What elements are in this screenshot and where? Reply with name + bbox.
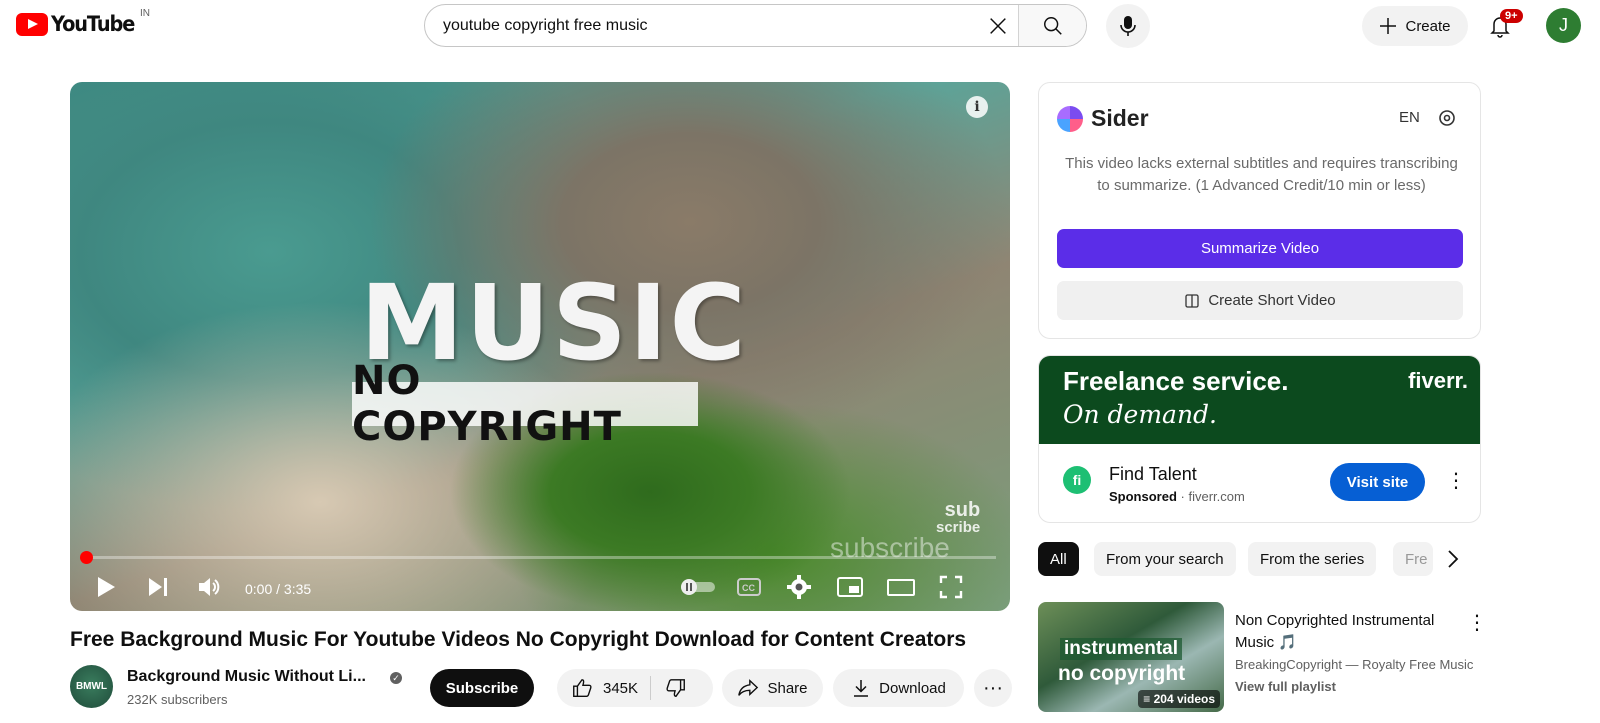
progress-bar[interactable] (84, 556, 996, 559)
video-count-label: 204 videos (1153, 692, 1215, 706)
like-button[interactable]: 345K (557, 676, 652, 700)
share-button[interactable]: Share (722, 669, 823, 707)
account-avatar[interactable]: J (1546, 8, 1581, 43)
ad-banner-line1: Freelance service. (1063, 366, 1289, 396)
ad-meta: Sponsored · fiverr.com (1109, 489, 1245, 504)
chevron-right-icon[interactable] (1446, 549, 1460, 569)
faded-subscribe-text: subscribe (830, 532, 950, 563)
search-box: youtube copyright free music (424, 4, 1087, 47)
ad-more-vert-icon[interactable]: ⋮ (1446, 468, 1466, 493)
verified-check-icon: ✓ (390, 672, 402, 684)
sider-header: Sider (1057, 105, 1149, 132)
thumbs-down-icon (666, 679, 685, 697)
chip-all[interactable]: All (1038, 542, 1079, 576)
more-horizontal-icon: ··· (983, 676, 1003, 699)
search-icon (1043, 16, 1062, 35)
summarize-video-button[interactable]: Summarize Video (1057, 229, 1463, 268)
playlist-title[interactable]: Non Copyrighted Instrumental Music 🎵 (1235, 610, 1470, 654)
sider-language[interactable]: EN (1399, 109, 1420, 126)
more-actions-button[interactable]: ··· (974, 669, 1012, 707)
search-button[interactable] (1018, 5, 1086, 46)
channel-avatar[interactable]: BMWL (70, 665, 113, 708)
theater-mode-icon[interactable] (886, 574, 916, 600)
ad-sponsored-label: Sponsored (1109, 489, 1177, 504)
like-dislike-group: 345K (557, 669, 713, 707)
thumb-line2: no copyright (1058, 662, 1186, 685)
ad-domain: · fiverr.com (1180, 489, 1245, 504)
thumb-line1: instrumental (1060, 638, 1183, 660)
search-input[interactable]: youtube copyright free music (425, 5, 978, 46)
progress-scrubber[interactable] (80, 551, 93, 564)
microphone-icon (1120, 16, 1136, 36)
create-short-video-label: Create Short Video (1208, 292, 1336, 309)
playlist-channel[interactable]: BreakingCopyright — Royalty Free Music (1235, 657, 1473, 672)
miniplayer-icon[interactable] (836, 574, 864, 600)
ad-title[interactable]: Find Talent (1109, 464, 1197, 485)
sider-panel: Sider EN This video lacks external subti… (1038, 82, 1481, 339)
sponsored-ad[interactable]: Freelance service. On demand. fiverr. fi… (1038, 355, 1481, 523)
gear-icon[interactable] (1437, 108, 1457, 128)
time-display: 0:00 / 3:35 (245, 581, 312, 597)
playlist-video-count: ≡ 204 videos (1138, 690, 1220, 708)
watermark-top: sub (944, 499, 981, 521)
subscribe-button[interactable]: Subscribe (430, 669, 534, 707)
clear-search-button[interactable] (978, 5, 1018, 46)
view-full-playlist-link[interactable]: View full playlist (1235, 679, 1336, 694)
info-icon[interactable]: i (966, 96, 988, 118)
thumbs-up-icon (573, 679, 592, 697)
sider-brain-icon (1057, 105, 1083, 132)
like-count: 345K (603, 679, 639, 697)
volume-icon[interactable] (196, 574, 222, 600)
download-label: Download (879, 679, 946, 697)
chip-from-the-series[interactable]: From the series (1248, 542, 1377, 576)
next-icon[interactable] (146, 574, 170, 600)
visit-site-button[interactable]: Visit site (1330, 463, 1425, 501)
chip-truncated[interactable]: Fre (1393, 542, 1433, 576)
ad-banner[interactable]: Freelance service. On demand. fiverr. (1039, 356, 1480, 444)
close-icon (990, 17, 1006, 34)
ad-brand-logo: fiverr. (1408, 368, 1468, 393)
channel-name[interactable]: Background Music Without Li... (127, 668, 366, 686)
playlist-thumbnail[interactable]: instrumental no copyright ≡ 204 videos (1038, 602, 1224, 712)
autoplay-toggle-icon[interactable] (680, 578, 716, 596)
play-icon[interactable] (94, 574, 118, 600)
dislike-button[interactable] (651, 677, 687, 699)
video-player[interactable]: i MUSIC NO COPYRIGHT sub scribe subscrib… (70, 82, 1010, 611)
share-label: Share (767, 679, 808, 697)
svg-text:CC: CC (742, 583, 755, 593)
notifications-badge: 9+ (1500, 9, 1523, 23)
create-button[interactable]: Create (1362, 6, 1468, 46)
chip-from-your-search[interactable]: From your search (1094, 542, 1236, 576)
download-icon (854, 680, 869, 697)
playlist-icon: ≡ (1143, 692, 1154, 706)
create-short-video-button[interactable]: Create Short Video (1057, 281, 1463, 320)
ad-banner-line2: On demand. (1063, 400, 1218, 429)
book-icon (1185, 293, 1199, 308)
country-code: IN (140, 8, 150, 19)
playlist-more-vert-icon[interactable]: ⋮ (1467, 610, 1487, 635)
sider-brand: Sider (1091, 105, 1149, 131)
video-title: Free Background Music For Youtube Videos… (70, 628, 967, 651)
download-button[interactable]: Download (833, 669, 964, 707)
fullscreen-icon[interactable] (938, 574, 964, 600)
plus-icon (1380, 18, 1397, 34)
subscribe-watermark[interactable]: sub scribe (936, 499, 981, 536)
logo-text: YouTube (51, 12, 135, 36)
sider-message: This video lacks external subtitles and … (1065, 155, 1458, 194)
youtube-play-icon (16, 12, 48, 36)
youtube-logo[interactable]: YouTube IN (16, 8, 150, 36)
player-controls: 0:00 / 3:35 CC (70, 566, 1010, 610)
captions-icon[interactable]: CC (736, 576, 762, 598)
subscriber-count: 232K subscribers (127, 692, 228, 707)
create-label: Create (1405, 17, 1451, 35)
video-overlay-subtitle: NO COPYRIGHT (352, 358, 698, 450)
share-icon (738, 679, 759, 697)
voice-search-button[interactable] (1106, 4, 1150, 48)
settings-gear-icon[interactable] (786, 574, 812, 600)
fiverr-icon: fi (1063, 466, 1091, 494)
